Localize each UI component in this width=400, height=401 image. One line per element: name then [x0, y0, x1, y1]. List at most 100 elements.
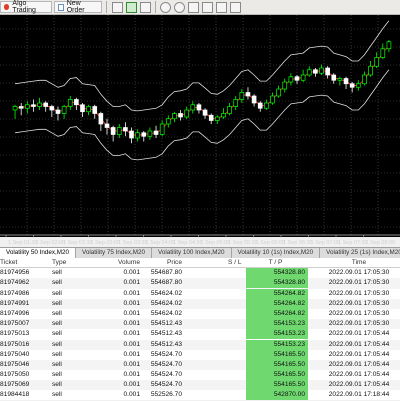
- zoom-out-icon[interactable]: [174, 2, 185, 13]
- cell-ticket: 81975013: [0, 330, 30, 338]
- cell-tp: 554153.23: [246, 329, 308, 340]
- x-axis-tick-label: 1 Sep 04:30: [173, 240, 203, 246]
- table-row[interactable]: 81974996 sell 0.001 554624.02 554264.82 2022.…: [0, 308, 400, 319]
- algo-trading-label: Algo Trading: [12, 0, 36, 14]
- cell-volume: 0.001: [123, 309, 140, 317]
- tab-volatility-75[interactable]: Volatility 75 Index,M20: [76, 248, 153, 258]
- candle-body: [98, 113, 104, 125]
- table-row[interactable]: 81974962 sell 0.001 554687.80 554328.80 2022.…: [0, 278, 400, 289]
- candle-body: [300, 74, 306, 81]
- header-ticket[interactable]: Ticket: [0, 258, 42, 268]
- grid-icon[interactable]: [188, 2, 199, 13]
- table-body: 81974956 sell 0.001 554687.80 554328.80 2022.…: [0, 268, 400, 401]
- candle-body: [55, 109, 61, 114]
- bar-chart-icon[interactable]: [112, 2, 123, 13]
- cell-volume: 0.001: [123, 350, 140, 358]
- header-type[interactable]: Type: [52, 258, 82, 268]
- candle-body: [110, 127, 116, 135]
- candle-body: [245, 92, 251, 97]
- candle-body: [159, 123, 165, 135]
- candle-body: [208, 114, 214, 121]
- table-row[interactable]: 81975069 sell 0.001 554524.70 554165.50 2022.…: [0, 380, 400, 391]
- cell-ticket: 81974956: [0, 269, 30, 277]
- algo-trading-button[interactable]: Algo Trading: [0, 0, 52, 14]
- cell-price: 554524.70: [150, 371, 182, 379]
- candle-body: [288, 76, 294, 83]
- candle-body: [215, 116, 220, 121]
- tab-volatility-25-1s[interactable]: Volatility 25 (1s) Index,M20: [320, 248, 400, 258]
- header-price[interactable]: Price: [140, 258, 182, 268]
- table-row[interactable]: 81975007 sell 0.001 554512.43 554153.23 2022.…: [0, 319, 400, 330]
- cell-volume: 0.001: [123, 299, 140, 307]
- cell-price: 554512.43: [150, 330, 182, 338]
- cell-time: 2022.09.01 17:18:44: [328, 391, 390, 399]
- header-tp[interactable]: T / P: [246, 258, 308, 268]
- cell-time: 2022.09.01 17:05:44: [328, 330, 390, 338]
- algo-trading-icon: [4, 4, 10, 10]
- cell-sl: [228, 370, 248, 380]
- cell-price: 554524.70: [150, 360, 182, 368]
- cell-time: 2022.09.01 17:05:30: [328, 269, 390, 277]
- cell-tp: 554264.82: [246, 298, 308, 309]
- candle-body: [12, 106, 18, 111]
- table-row[interactable]: 81975046 sell 0.001 554524.70 554165.50 2022.…: [0, 359, 400, 371]
- cell-tp: 554165.50: [246, 370, 308, 381]
- cell-volume: 0.001: [123, 340, 140, 348]
- cell-sl: [228, 319, 248, 329]
- cell-type: sell: [52, 279, 62, 287]
- cell-type: sell: [52, 269, 62, 277]
- zoom-in-icon[interactable]: [160, 2, 171, 13]
- candle-body: [221, 113, 226, 118]
- cell-time: 2022.09.01 17:05:44: [328, 371, 390, 379]
- cell-price: 554624.02: [150, 299, 182, 307]
- chart-tabs: Volatility 50 Index,M20 Volatility 75 Ind…: [0, 247, 400, 258]
- table-row[interactable]: 81974991 sell 0.001 554624.02 554264.82 2022.…: [0, 298, 400, 309]
- candle-body: [257, 102, 263, 109]
- table-row[interactable]: 81974956 sell 0.001 554687.80 554328.80 2022.…: [0, 268, 400, 279]
- cell-sl: [228, 309, 248, 319]
- candle-body: [196, 104, 202, 111]
- candle-body: [362, 74, 367, 85]
- indicators-icon[interactable]: [230, 2, 241, 13]
- candle-body: [18, 106, 24, 109]
- cell-volume: 0.001: [123, 371, 140, 379]
- cell-sl: [228, 278, 248, 288]
- candle-body: [135, 132, 140, 139]
- chart-shift-icon[interactable]: [216, 2, 227, 13]
- auto-scroll-icon[interactable]: [202, 2, 213, 13]
- cell-type: sell: [52, 381, 62, 389]
- candlestick-chart[interactable]: 1 Sep 01:301 Sep 02:001 Sep 02:301 Sep 0…: [0, 15, 400, 247]
- cell-type: sell: [52, 350, 62, 358]
- cell-volume: 0.001: [123, 330, 140, 338]
- price-chart[interactable]: 1 Sep 01:30 1 Sep 02:00 1 Sep 02:30 1 Sep 0…: [0, 15, 400, 246]
- x-axis-tick-label: 1 Sep 03:30: [118, 240, 148, 246]
- cell-sl: [228, 329, 248, 339]
- candlestick-icon[interactable]: [126, 2, 137, 13]
- cell-tp: 554165.50: [246, 349, 308, 360]
- table-row[interactable]: 81975050 sell 0.001 554524.70 554165.50 2022.…: [0, 370, 400, 381]
- cell-ticket: 81975007: [0, 320, 30, 328]
- line-chart-icon[interactable]: [140, 2, 151, 13]
- tab-volatility-100[interactable]: Volatility 100 Index,M20: [152, 248, 232, 258]
- table-row[interactable]: 81975040 sell 0.001 554524.70 554165.50 2022.…: [0, 349, 400, 360]
- cell-type: sell: [52, 330, 62, 338]
- cell-time: 2022.09.01 17:05:30: [328, 309, 390, 317]
- candle-body: [61, 106, 67, 114]
- header-sl[interactable]: S / L: [228, 258, 248, 268]
- header-volume[interactable]: Volume: [82, 258, 140, 268]
- cell-sl: [228, 340, 248, 350]
- tab-volatility-10-1s[interactable]: Volatility 10 (1s) Index,M20: [232, 248, 321, 258]
- candle-body: [337, 78, 343, 81]
- new-order-button[interactable]: New Order: [54, 0, 102, 14]
- x-axis-tick-label: 1 Sep 05:30: [228, 240, 258, 246]
- header-time[interactable]: Time: [318, 258, 400, 268]
- toolbar-separator: [155, 1, 156, 13]
- table-row[interactable]: 81975013 sell 0.001 554512.43 554153.23 2022.…: [0, 329, 400, 340]
- table-row[interactable]: 81974986 sell 0.001 554624.02 554264.82 2022.…: [0, 288, 400, 299]
- cell-tp: 554153.23: [246, 339, 308, 350]
- table-row[interactable]: 81984418 sell 0.001 552526.70 542870.00 2022.…: [0, 390, 400, 401]
- x-axis-tick-label: 1 Sep 08:00: [366, 240, 396, 246]
- candle-body: [86, 106, 91, 113]
- table-row[interactable]: 81975016 sell 0.001 554512.43 554153.23 2022.…: [0, 339, 400, 350]
- tab-volatility-50[interactable]: Volatility 50 Index,M20: [0, 248, 77, 258]
